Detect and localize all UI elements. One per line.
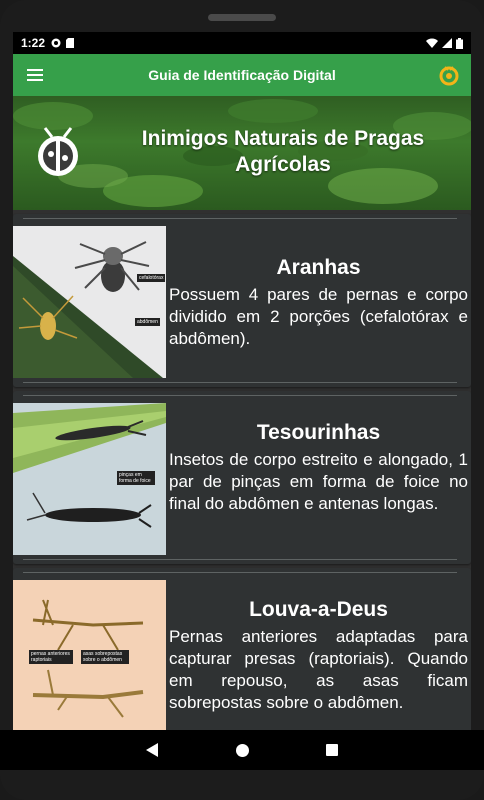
app-bar: Guia de Identificação Digital <box>13 54 471 96</box>
recents-icon <box>326 744 338 756</box>
app-logo-icon[interactable] <box>437 63 461 87</box>
device-speaker <box>208 14 276 21</box>
spider-label-cefalotorax: cefalotórax <box>137 274 166 282</box>
spider-illustration <box>13 226 166 378</box>
ladybug-logo-icon <box>38 127 78 176</box>
status-bar: 1:22 <box>13 32 471 54</box>
card-description: Pernas anteriores adaptadas para captura… <box>169 627 468 712</box>
home-icon <box>235 743 249 757</box>
card-title: Aranhas <box>276 256 361 279</box>
signal-icon <box>442 38 452 48</box>
back-button[interactable] <box>145 743 159 757</box>
notification-icon <box>51 38 61 48</box>
hero-banner: Inimigos Naturais de Pragas Agrícolas <box>13 96 471 210</box>
back-icon <box>146 743 158 757</box>
card-title: Louva-a-Deus <box>249 598 388 621</box>
card-divider-bottom <box>23 559 457 560</box>
status-time: 1:22 <box>21 36 46 50</box>
menu-button[interactable] <box>23 63 47 87</box>
screen: 1:22 Guia de Identificação Digital Inimi… <box>13 32 471 762</box>
sd-card-icon <box>66 38 75 48</box>
status-icons <box>426 37 463 49</box>
app-title: Guia de Identificação Digital <box>148 67 336 83</box>
home-button[interactable] <box>235 743 249 757</box>
navigation-bar <box>0 730 484 770</box>
mantis-label-pernas: pernas anteriores raptoriais <box>29 650 73 664</box>
card-divider-top <box>23 395 457 396</box>
scroll-content[interactable]: Inimigos Naturais de Pragas Agrícolas ce… <box>13 96 471 762</box>
device-frame: 1:22 Guia de Identificação Digital Inimi… <box>0 0 484 800</box>
hero-title: Inimigos Naturais de Pragas Agrícolas <box>141 127 425 176</box>
mantis-label-asas: asas sobrepostas sobre o abdômen <box>81 650 129 664</box>
card-description: Possuem 4 pares de pernas e corpo dividi… <box>169 285 468 348</box>
card-louva-a-deus[interactable]: pernas anteriores raptoriais asas sobrep… <box>13 568 471 741</box>
hamburger-menu-icon <box>27 69 43 81</box>
card-description: Insetos de corpo estreito e alongado, 1 … <box>169 450 468 513</box>
card-title: Tesourinhas <box>256 421 381 444</box>
card-divider-bottom <box>23 382 457 383</box>
card-divider-top <box>23 218 457 219</box>
earwig-label-pincas: pinças em forma de foice <box>117 471 155 485</box>
battery-icon <box>456 37 463 49</box>
card-divider-top <box>23 572 457 573</box>
tesourinhas-image: pinças em forma de foice <box>13 403 166 555</box>
card-tesourinhas[interactable]: pinças em forma de foice Tesourinhas Ins… <box>13 391 471 564</box>
louva-a-deus-image: pernas anteriores raptoriais asas sobrep… <box>13 580 166 732</box>
wifi-icon <box>426 38 438 48</box>
card-aranhas[interactable]: cefalotórax abdômen Aranhas Possuem 4 pa… <box>13 214 471 387</box>
recents-button[interactable] <box>325 743 339 757</box>
spider-label-abdomen: abdômen <box>135 318 160 326</box>
aranhas-image: cefalotórax abdômen <box>13 226 166 378</box>
